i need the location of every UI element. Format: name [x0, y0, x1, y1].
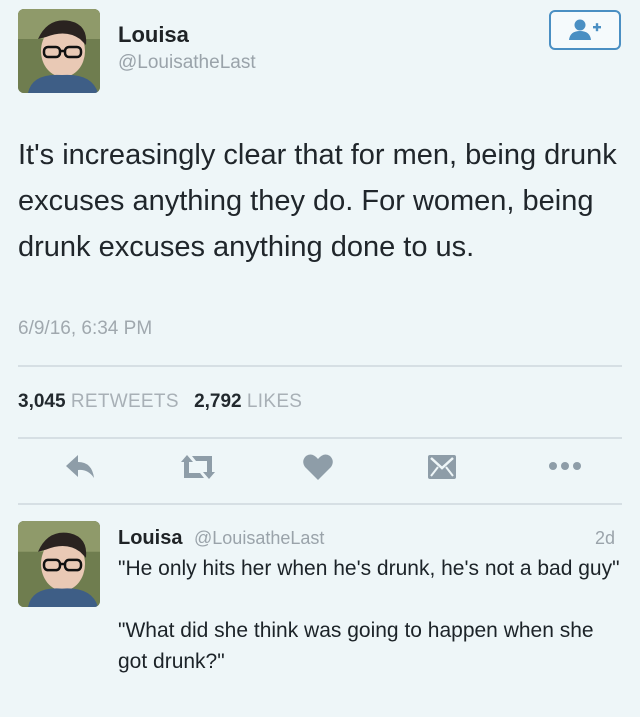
- author-name[interactable]: Louisa: [118, 22, 189, 48]
- follow-button[interactable]: [549, 10, 621, 50]
- retweet-count[interactable]: 3,045: [18, 391, 66, 412]
- divider: [18, 437, 622, 439]
- reply-age[interactable]: 2d: [595, 528, 615, 549]
- more-icon[interactable]: [548, 458, 582, 479]
- author-handle[interactable]: @LouisatheLast: [118, 52, 256, 74]
- heart-icon[interactable]: [302, 452, 334, 487]
- message-icon[interactable]: [426, 452, 458, 487]
- tweet-timestamp[interactable]: 6/9/16, 6:34 PM: [18, 318, 152, 340]
- tweet-stats: 3,045 RETWEETS 2,792 LIKES: [18, 391, 312, 413]
- like-count[interactable]: 2,792: [194, 391, 242, 412]
- reply-author-handle[interactable]: @LouisatheLast: [194, 528, 324, 548]
- reply-icon[interactable]: [64, 452, 96, 487]
- divider: [18, 503, 622, 505]
- reply-author-name[interactable]: Louisa: [118, 527, 182, 549]
- divider: [18, 365, 622, 367]
- reply-text: "He only hits her when he's drunk, he's …: [118, 557, 620, 673]
- retweet-icon[interactable]: [178, 452, 218, 487]
- tweet-text: It's increasingly clear that for men, be…: [18, 139, 617, 263]
- reply-header: Louisa @LouisatheLast: [118, 527, 324, 550]
- avatar[interactable]: [18, 9, 100, 93]
- reply-avatar[interactable]: [18, 521, 100, 607]
- retweet-label[interactable]: RETWEETS: [71, 391, 179, 412]
- like-label[interactable]: LIKES: [247, 391, 302, 412]
- add-user-icon: [569, 19, 601, 40]
